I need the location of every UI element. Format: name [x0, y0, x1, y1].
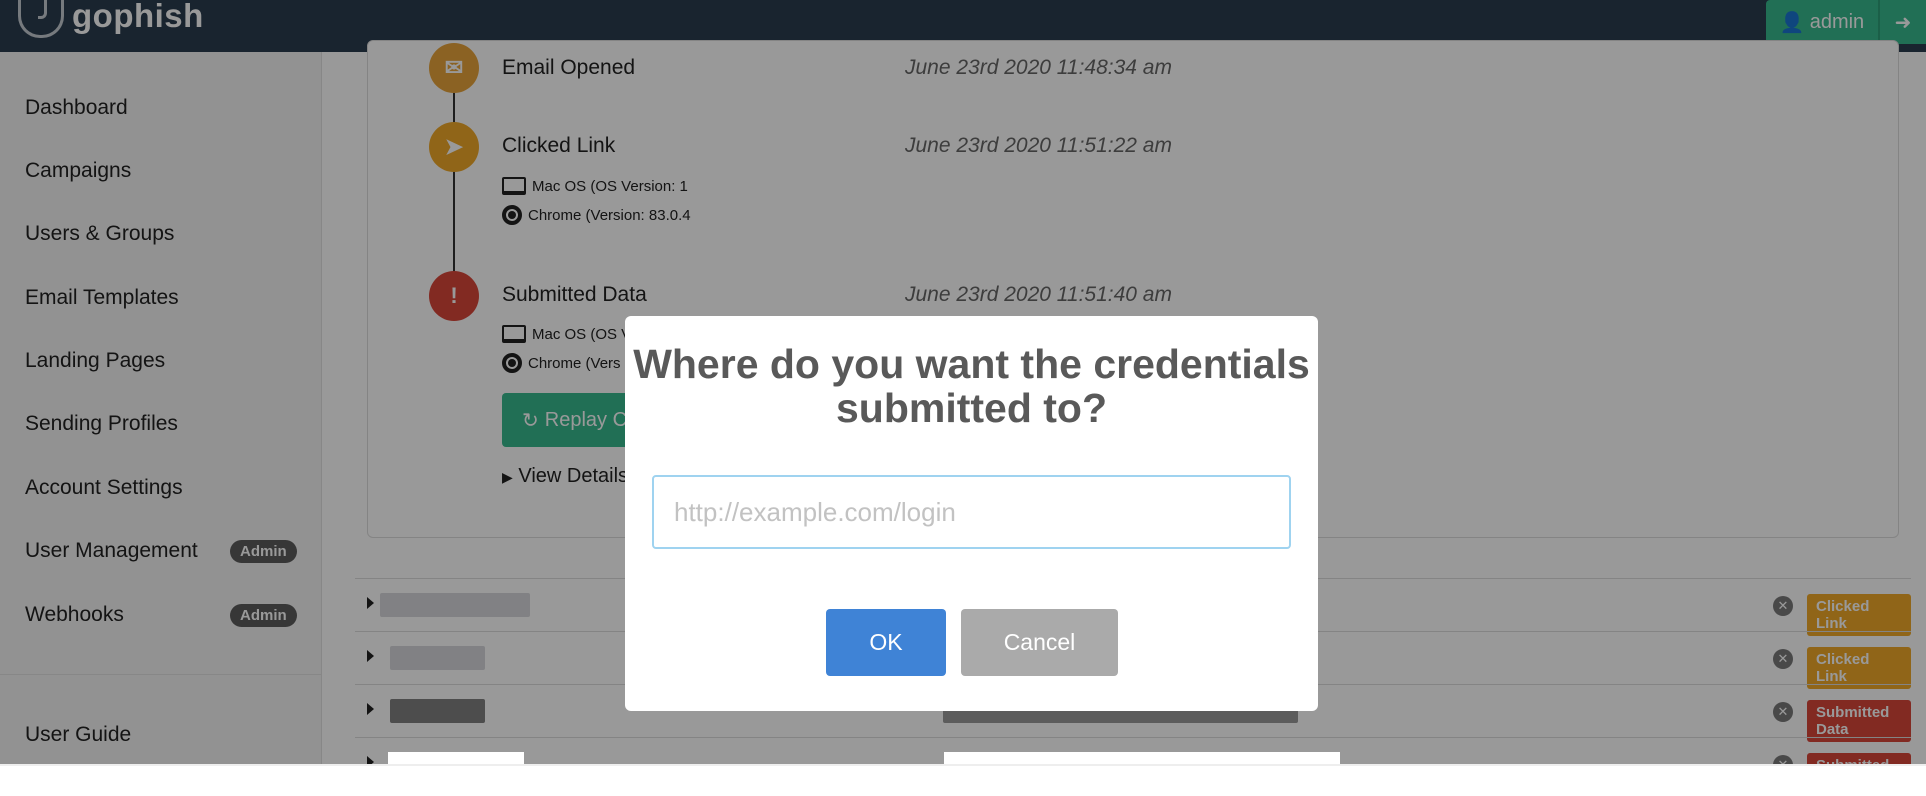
credentials-url-input[interactable]: [652, 475, 1291, 549]
dialog-title: Where do you want the credentials submit…: [633, 341, 1310, 431]
credentials-prompt-dialog: Where do you want the credentials submit…: [625, 316, 1318, 711]
cancel-button[interactable]: Cancel: [961, 609, 1118, 676]
page-bottom-strip: [0, 764, 1926, 796]
ok-button[interactable]: OK: [826, 609, 946, 676]
